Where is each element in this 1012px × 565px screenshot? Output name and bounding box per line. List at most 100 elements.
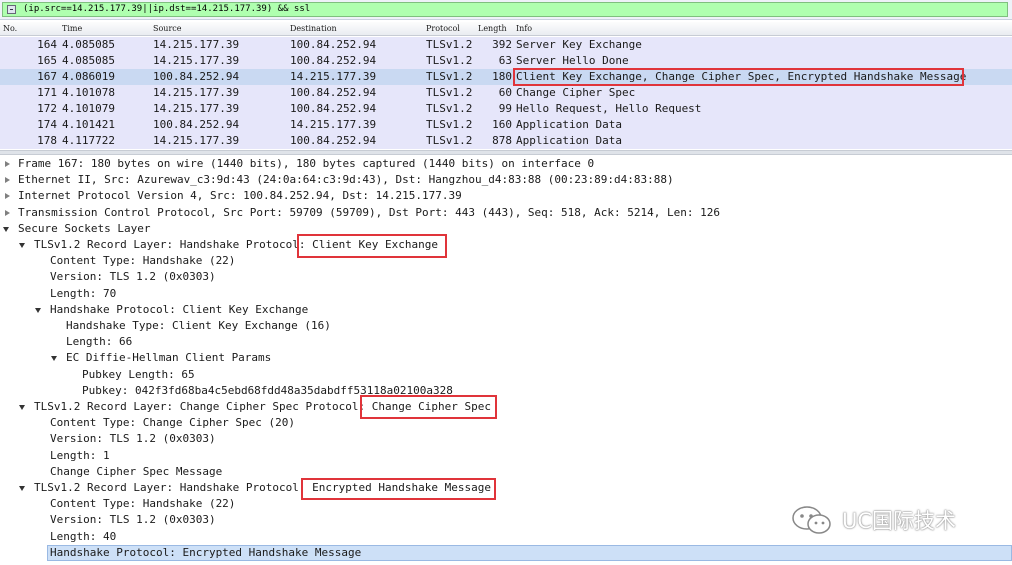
packet-cell-no: 174: [37, 118, 57, 131]
display-filter-input[interactable]: (ip.src==14.215.177.39||ip.dst==14.215.1…: [2, 2, 1008, 17]
packet-cell-proto: TLSv1.2: [426, 86, 473, 99]
packet-cell-no: 165: [37, 54, 57, 67]
bookmark-icon[interactable]: [7, 5, 16, 14]
filter-text: (ip.src==14.215.177.39||ip.dst==14.215.1…: [23, 4, 311, 14]
col-destination[interactable]: Destination: [290, 22, 337, 35]
packet-cell-proto: TLSv1.2: [426, 70, 473, 83]
detail-item-label: Content Type: Change Cipher Spec (20): [50, 416, 296, 430]
packet-cell-no: 172: [37, 102, 57, 115]
packet-row[interactable]: 165 4.085085 14.215.177.39 100.84.252.94 TLS…: [0, 53, 1012, 69]
col-protocol[interactable]: Protocol: [426, 22, 460, 35]
detail-item-label: Version: TLS 1.2 (0x0303): [50, 513, 216, 527]
detail-item-label: Length: 70: [50, 286, 117, 300]
packet-cell-time: 4.085085: [62, 54, 115, 67]
packet-cell-len: 878: [492, 134, 512, 147]
packet-cell-dst: 14.215.177.39: [290, 118, 377, 131]
packet-cell-len: 392: [492, 38, 512, 51]
packet-cell-src: 14.215.177.39: [153, 38, 240, 51]
col-time[interactable]: Time: [62, 22, 82, 35]
watermark: UC国际技术: [790, 505, 956, 535]
packet-cell-src: 14.215.177.39: [153, 86, 240, 99]
packet-row[interactable]: 164 4.085085 14.215.177.39 100.84.252.94 TLS…: [0, 37, 1012, 53]
packet-cell-dst: 100.84.252.94: [290, 134, 377, 147]
packet-cell-len: 180: [492, 70, 512, 83]
detail-item-label: TLSv1.2 Record Layer: Change Cipher Spec…: [34, 400, 491, 413]
detail-item-label: Handshake Protocol: Encrypted Handshake …: [50, 545, 362, 559]
collapsed-arrow-icon[interactable]: [5, 161, 10, 167]
packet-cell-proto: TLSv1.2: [426, 118, 473, 131]
packet-cell-src: 100.84.252.94: [153, 118, 240, 131]
packet-cell-info: Change Cipher Spec: [516, 86, 636, 99]
expanded-arrow-icon[interactable]: [35, 307, 41, 313]
packet-cell-dst: 100.84.252.94: [290, 54, 377, 67]
packet-row[interactable]: 178 4.117722 14.215.177.39 100.84.252.94 TLS…: [0, 133, 1012, 149]
packet-cell-len: 99: [498, 102, 512, 115]
packet-cell-no: 164: [37, 38, 57, 51]
detail-item-label: Version: TLS 1.2 (0x0303): [50, 270, 216, 284]
packet-cell-info: Client Key Exchange, Change Cipher Spec,…: [516, 70, 967, 83]
detail-item-label: Content Type: Handshake (22): [50, 497, 236, 511]
detail-item-label: Pubkey Length: 65: [82, 367, 195, 381]
packet-cell-time: 4.101078: [62, 86, 115, 99]
packet-cell-time: 4.101421: [62, 118, 115, 131]
packet-cell-info: Application Data: [516, 134, 622, 147]
watermark-text: UC国际技术: [842, 509, 957, 533]
detail-item-label: Version: TLS 1.2 (0x0303): [50, 432, 216, 446]
packet-cell-len: 160: [492, 118, 512, 131]
packet-cell-info: Hello Request, Hello Request: [516, 102, 702, 115]
col-source[interactable]: Source: [153, 22, 182, 35]
packet-cell-time: 4.086019: [62, 70, 115, 83]
packet-row[interactable]: 172 4.101079 14.215.177.39 100.84.252.94 TLS…: [0, 101, 1012, 117]
detail-item-label: Internet Protocol Version 4, Src: 100.84…: [18, 189, 462, 203]
detail-item-label: Pubkey: 042f3fd68ba4c5ebd68fdd48a35dabdf…: [82, 383, 453, 397]
collapsed-arrow-icon[interactable]: [5, 193, 10, 200]
col-length[interactable]: Length: [478, 22, 507, 35]
packet-cell-len: 60: [498, 86, 512, 99]
packet-cell-dst: 100.84.252.94: [290, 86, 377, 99]
packet-cell-dst: 14.215.177.39: [290, 70, 377, 83]
detail-item-label: Transmission Control Protocol, Src Port:…: [18, 205, 720, 219]
packet-cell-no: 178: [37, 134, 57, 147]
detail-item-label: TLSv1.2 Record Layer: Handshake Protocol…: [34, 481, 491, 494]
detail-item-label: Content Type: Handshake (22): [50, 254, 236, 268]
packet-cell-len: 63: [498, 54, 512, 67]
expanded-arrow-icon[interactable]: [19, 243, 25, 248]
packet-cell-time: 4.117722: [62, 134, 115, 147]
packet-cell-src: 100.84.252.94: [153, 70, 240, 83]
packet-row[interactable]: 174 4.101421 100.84.252.94 14.215.177.39 TLS…: [0, 117, 1012, 133]
packet-cell-no: 171: [37, 86, 57, 99]
collapsed-arrow-icon[interactable]: [5, 209, 10, 216]
col-info[interactable]: Info: [516, 22, 532, 35]
collapsed-arrow-icon[interactable]: [5, 177, 10, 184]
expanded-arrow-icon[interactable]: [19, 405, 25, 410]
packet-cell-src: 14.215.177.39: [153, 134, 240, 147]
detail-item-label: Handshake Type: Client Key Exchange (16): [66, 319, 331, 332]
packet-list-header: No. Time Source Destination Protocol Len…: [0, 22, 1012, 36]
col-no[interactable]: No.: [3, 22, 17, 35]
packet-cell-info: Server Hello Done: [516, 54, 629, 67]
detail-item-label: Change Cipher Spec Message: [50, 464, 223, 478]
packet-row[interactable]: 171 4.101078 14.215.177.39 100.84.252.94 TLS…: [0, 85, 1012, 101]
detail-item-label: Length: 66: [66, 335, 133, 349]
detail-item-label: Length: 40: [50, 529, 117, 543]
packet-cell-proto: TLSv1.2: [426, 134, 473, 147]
packet-cell-src: 14.215.177.39: [153, 54, 240, 67]
packet-cell-info: Server Key Exchange: [516, 38, 642, 51]
detail-item-label: TLSv1.2 Record Layer: Handshake Protocol…: [34, 238, 438, 251]
wechat-icon: [792, 506, 831, 534]
detail-item-label: Secure Sockets Layer: [18, 221, 151, 235]
packet-cell-src: 14.215.177.39: [153, 102, 240, 115]
detail-item-label: Ethernet II, Src: Azurewav_c3:9d:43 (24:…: [18, 173, 674, 187]
packet-cell-time: 4.085085: [62, 38, 115, 51]
pane-splitter[interactable]: [0, 150, 1012, 155]
detail-item-label: Frame 167: 180 bytes on wire (1440 bits)…: [18, 157, 595, 170]
detail-item-label: EC Diffie-Hellman Client Params: [66, 351, 272, 365]
packet-row[interactable]: 167 4.086019 100.84.252.94 14.215.177.39 TLS…: [0, 69, 1012, 85]
packet-cell-proto: TLSv1.2: [426, 102, 473, 115]
expanded-arrow-icon[interactable]: [3, 226, 9, 232]
display-filter-bar: (ip.src==14.215.177.39||ip.dst==14.215.1…: [0, 0, 1012, 20]
expanded-arrow-icon[interactable]: [51, 356, 57, 362]
detail-item-label: Length: 1: [50, 448, 110, 462]
expanded-arrow-icon[interactable]: [19, 486, 25, 491]
packet-cell-dst: 100.84.252.94: [290, 38, 377, 51]
